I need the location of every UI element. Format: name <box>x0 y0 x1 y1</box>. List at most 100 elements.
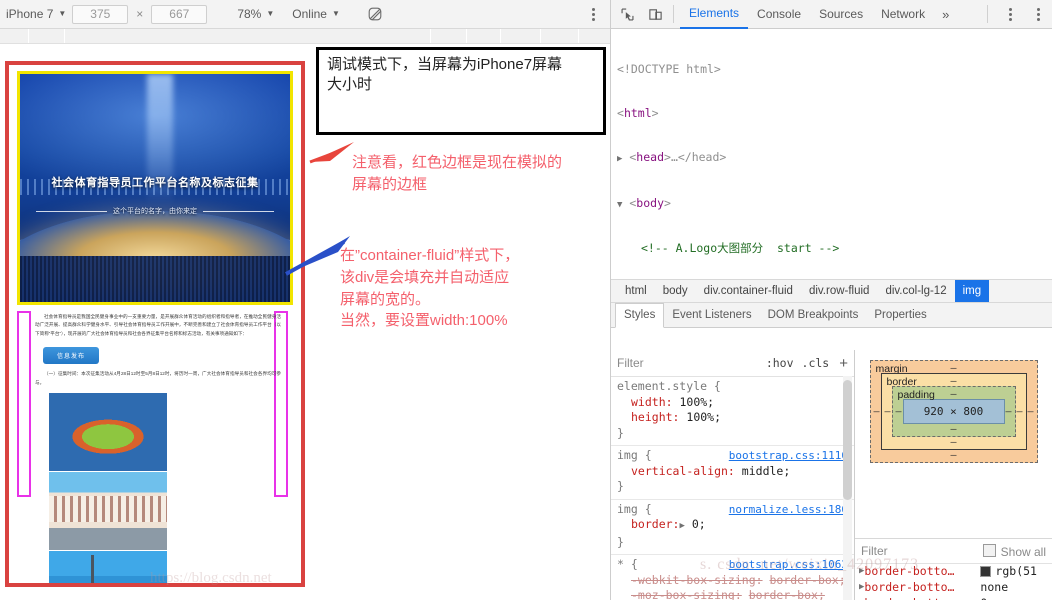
computed-property-value: 0px <box>980 595 1001 600</box>
emulated-page-content[interactable]: 社会体育指导员工作平台名称及标志征集 这个平台的名字，由你来定 社会体育指导员是… <box>9 65 301 583</box>
rule-header: bootstrap.css:1116 img { <box>617 448 848 464</box>
box-model-margin[interactable]: margin – – – – border – – – – padding – <box>869 360 1038 463</box>
tab-styles[interactable]: Styles <box>615 302 665 328</box>
device-toolbar-icon[interactable] <box>643 2 667 26</box>
declaration-value[interactable]: 100%; <box>686 410 721 424</box>
padding-top-value[interactable]: – <box>950 389 956 400</box>
screenshot-root: iPhone 7 ▼ 375 × 667 78% ▼ Online ▼ 社会体育… <box>0 0 1052 600</box>
styles-sidebar-tabs: Styles Event Listeners DOM Breakpoints P… <box>611 302 1052 328</box>
declaration-row[interactable]: height: 100%; <box>617 410 848 426</box>
border-bottom-value[interactable]: – <box>950 437 956 448</box>
computed-filter-row: Filter Show all <box>855 538 1052 564</box>
no-throttling-icon[interactable] <box>364 3 386 25</box>
styles-filter-input[interactable]: Filter <box>617 356 644 370</box>
declaration-value[interactable]: border-box; <box>749 588 825 600</box>
box-model-diagram[interactable]: margin – – – – border – – – – padding – <box>869 360 1038 463</box>
declaration-value[interactable]: middle; <box>742 464 790 478</box>
tab-properties[interactable]: Properties <box>866 304 934 327</box>
breadcrumb-item-html[interactable]: html <box>617 280 655 302</box>
computed-row[interactable]: ▶ border-botto… none <box>859 579 1052 595</box>
padding-left-value[interactable]: – <box>896 406 902 417</box>
margin-left-value[interactable]: – <box>874 406 880 417</box>
padding-right-value[interactable]: – <box>1005 406 1011 417</box>
border-left-value[interactable]: – <box>885 406 891 417</box>
tab-elements[interactable]: Elements <box>680 0 749 29</box>
viewport-height-input[interactable]: 667 <box>151 4 208 24</box>
inspect-element-icon[interactable] <box>615 2 639 26</box>
hov-toggle[interactable]: :hov <box>766 356 794 370</box>
checkbox-icon[interactable] <box>982 543 996 557</box>
more-tabs-icon[interactable]: » <box>934 7 957 22</box>
box-model-border[interactable]: border – – – – padding – – – – 920 × 800 <box>880 373 1027 450</box>
dom-line-body[interactable]: ▼ <body> <box>617 196 1052 213</box>
publish-button[interactable]: 信息发布 <box>43 347 100 365</box>
color-swatch-icon[interactable] <box>980 565 992 577</box>
box-model-content-size[interactable]: 920 × 800 <box>902 399 1005 424</box>
declaration-value[interactable]: 0; <box>692 517 706 531</box>
tab-dom-breakpoints[interactable]: DOM Breakpoints <box>760 304 867 327</box>
cls-toggle[interactable]: .cls <box>802 356 830 370</box>
viewport-width-input[interactable]: 375 <box>72 4 129 24</box>
dom-tree[interactable]: <!DOCTYPE html> <html> ▶ <head>…</head> … <box>611 29 1052 279</box>
box-model-padding[interactable]: padding – – – – 920 × 800 <box>891 386 1016 437</box>
tag-head: head <box>636 149 664 164</box>
more-vertical-icon[interactable] <box>582 3 604 25</box>
tab-sources[interactable]: Sources <box>810 1 872 28</box>
stadium-aerial-photo <box>49 393 167 472</box>
computed-filter-input[interactable]: Filter <box>861 544 888 558</box>
rule-header: normalize.less:186 img { <box>617 502 848 518</box>
stylesheet-source-link[interactable]: bootstrap.css:1116 <box>729 448 848 464</box>
network-throttling-selector[interactable]: Online ▼ <box>286 0 346 28</box>
declaration-row[interactable]: -webkit-box-sizing: border-box; <box>617 573 848 589</box>
new-style-rule-button[interactable]: + <box>839 355 848 372</box>
breadcrumb-item-img[interactable]: img <box>954 280 990 302</box>
stylesheet-source-link[interactable]: bootstrap.css:1062 <box>729 557 848 573</box>
declaration-property: vertical-align: <box>631 463 735 478</box>
margin-bottom-value[interactable]: – <box>950 450 956 461</box>
computed-properties-list[interactable]: ▶ border-botto… rgb(51 ▶ border-botto… n… <box>855 563 1052 600</box>
annotation-red-note-1: 注意看，红色边框是现在模拟的 屏幕的边框 <box>352 154 563 193</box>
devtools-close-icon[interactable] <box>1026 2 1050 26</box>
zoom-selector[interactable]: 78% ▼ <box>231 0 280 28</box>
style-rule-element-style[interactable]: element.style { width: 100%; height: 100… <box>611 377 854 446</box>
computed-row[interactable]: ▶ border-botto… rgb(51 <box>859 563 1052 579</box>
collapse-triangle-icon[interactable]: ▼ <box>617 200 622 210</box>
declaration-row[interactable]: vertical-align: middle; <box>617 464 848 480</box>
border-right-value[interactable]: – <box>1016 406 1022 417</box>
breadcrumb-item-col-lg-12[interactable]: div.col-lg-12 <box>877 280 954 302</box>
declaration-row[interactable]: width: 100%; <box>617 395 848 411</box>
device-selector[interactable]: iPhone 7 ▼ <box>0 0 72 28</box>
declaration-row[interactable]: -moz-box-sizing: border-box; <box>617 588 848 600</box>
margin-right-value[interactable]: – <box>1027 406 1033 417</box>
expand-triangle-icon[interactable]: ▶ <box>679 521 684 531</box>
dom-line-html[interactable]: <html> <box>617 106 1052 121</box>
declaration-value[interactable]: border-box; <box>770 573 846 587</box>
computed-property-name: border-botto… <box>864 595 980 600</box>
breadcrumb-item-container-fluid[interactable]: div.container-fluid <box>696 280 801 302</box>
breadcrumb-item-row-fluid[interactable]: div.row-fluid <box>801 280 878 302</box>
style-rule-img-bootstrap[interactable]: bootstrap.css:1116 img { vertical-align: … <box>611 446 854 500</box>
padding-bottom-value[interactable]: – <box>950 424 956 435</box>
style-rule-img-normalize[interactable]: normalize.less:186 img { border:▶ 0; } <box>611 500 854 555</box>
head-collapsed-text: …</head> <box>670 149 727 164</box>
annotation-box-note: 调试模式下，当屏幕为iPhone7屏幕 大小时 <box>316 47 606 135</box>
computed-row[interactable]: ▶ border-botto… 0px <box>859 595 1052 600</box>
tab-console[interactable]: Console <box>748 1 810 28</box>
style-rule-universal[interactable]: bootstrap.css:1062 * { -webkit-box-sizing… <box>611 555 854 600</box>
styles-pane: Filter :hov .cls + element.style { width… <box>611 350 855 600</box>
breadcrumb-item-body[interactable]: body <box>655 280 696 302</box>
rule-selector: element.style { <box>617 379 721 393</box>
show-all-checkbox[interactable]: Show all <box>982 543 1046 559</box>
devtools-settings-icon[interactable] <box>998 2 1022 26</box>
stylesheet-source-link[interactable]: normalize.less:186 <box>729 502 848 518</box>
tab-event-listeners[interactable]: Event Listeners <box>664 304 759 327</box>
styles-scrollbar-thumb[interactable] <box>843 380 852 500</box>
dom-line-head[interactable]: ▶ <head>…</head> <box>617 150 1052 167</box>
tab-network[interactable]: Network <box>872 1 934 28</box>
expand-triangle-icon[interactable]: ▶ <box>617 154 622 164</box>
comment-logo-start: <!-- A.Logo大图部分 start --> <box>641 241 840 256</box>
declaration-value[interactable]: 100%; <box>679 395 714 409</box>
declaration-row[interactable]: border:▶ 0; <box>617 517 848 535</box>
hero-banner-highlight: 社会体育指导员工作平台名称及标志征集 这个平台的名字，由你来定 <box>17 71 293 305</box>
page-body-content: 社会体育指导员是我国全民健身事业中的一支重要力量，是开展群众体育活动的组织者和指… <box>35 313 281 583</box>
